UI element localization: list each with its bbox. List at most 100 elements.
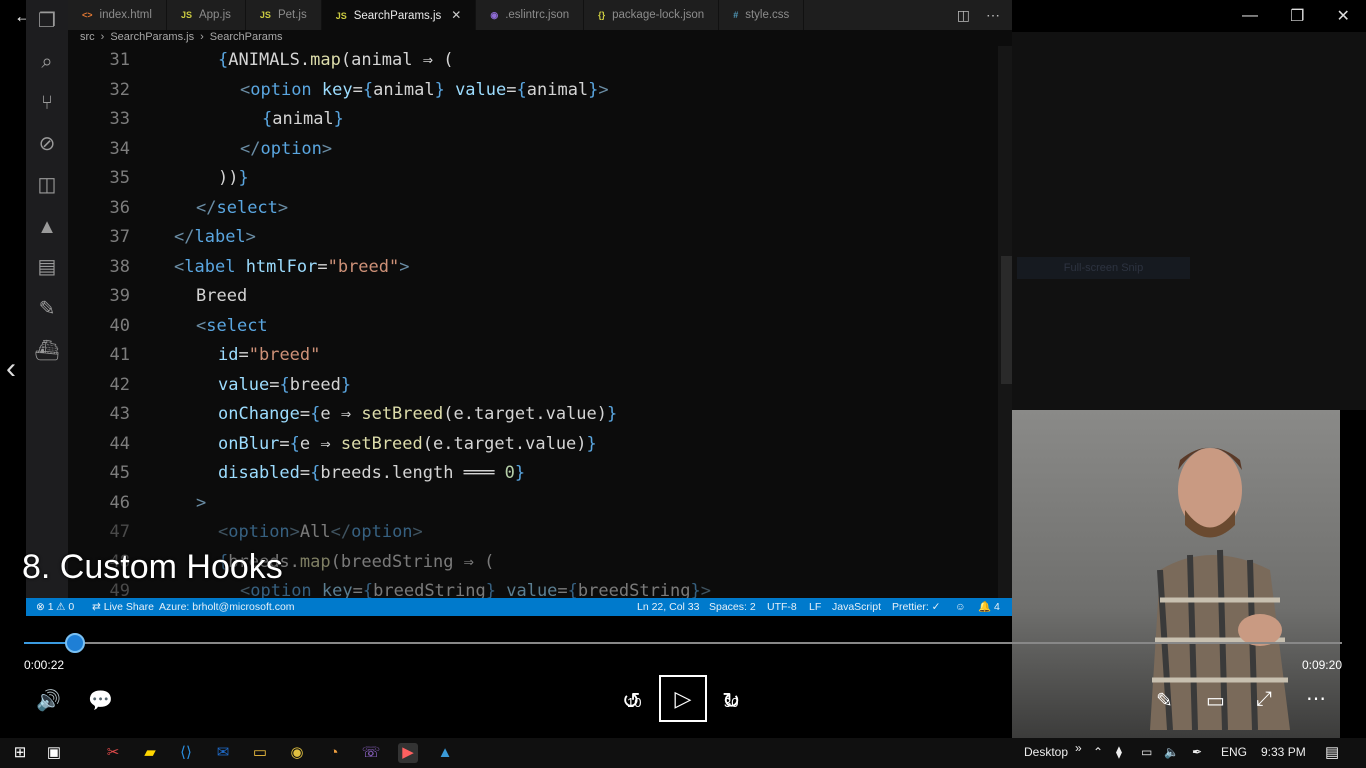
seek-handle[interactable] (65, 633, 86, 653)
toolbar-expand[interactable]: » (1075, 741, 1082, 755)
vscode-window: ❐ ⌕ ⑂ ⊘ ◫ ▲ ▤ ✎ ⛴ <> index.html JS App.js JS… (26, 0, 1012, 616)
captions-icon[interactable]: 💬 (88, 688, 113, 713)
line-ending[interactable]: LF (809, 598, 821, 616)
debug-icon[interactable]: ⊘ (34, 131, 60, 157)
pencil-icon[interactable]: ✎ (1156, 688, 1173, 713)
vscode-app-icon[interactable]: ⟨⟩ (176, 743, 196, 763)
live-share-icon[interactable]: ✎ (34, 296, 60, 322)
code-line[interactable]: 40 <select (68, 312, 998, 342)
tab-style-css[interactable]: # style.css (719, 0, 805, 30)
breadcrumb: src › SearchParams.js › SearchParams (80, 31, 283, 45)
code-line[interactable]: 43 onChange={e ⇒ setBreed(e.target.value)… (68, 400, 998, 430)
code-line[interactable]: 37 </label> (68, 223, 998, 253)
battery-icon[interactable]: ▭ (1141, 745, 1152, 759)
chevron-left-icon[interactable]: ‹ (6, 352, 16, 386)
notification-center-icon[interactable]: ▤ (1325, 743, 1339, 761)
code-text: > (196, 492, 207, 513)
tab-app-js[interactable]: JS App.js (167, 0, 246, 30)
tab-pet-js[interactable]: JS Pet.js (246, 0, 322, 30)
volume-icon[interactable]: 🔊 (36, 688, 61, 713)
breadcrumb-symbol[interactable]: SearchParams (210, 31, 283, 45)
code-line[interactable]: 47 <option>All</option> (68, 518, 998, 548)
feedback-icon[interactable]: ☺ (955, 598, 966, 616)
code-line[interactable]: 46 > (68, 489, 998, 519)
dropbox-icon[interactable]: ⧫ (1116, 745, 1122, 759)
errors-indicator[interactable]: ⊗ 1 (36, 598, 54, 616)
code-line[interactable]: 31 {ANIMALS.map(animal ⇒ ( (68, 46, 998, 76)
breadcrumb-folder[interactable]: src (80, 31, 95, 45)
code-line[interactable]: 45 disabled={breeds.length ═══ 0} (68, 459, 998, 489)
code-line[interactable]: 33 {animal} (68, 105, 998, 135)
tab-label: .eslintrc.json (505, 9, 570, 21)
input-language[interactable]: ENG (1221, 745, 1247, 759)
explorer-icon[interactable]: ❐ (34, 8, 60, 34)
clock[interactable]: 9:33 PM (1261, 745, 1306, 759)
code-line[interactable]: 35))} (68, 164, 998, 194)
windows-start-icon[interactable]: ⊞ (10, 743, 30, 763)
close-tab-icon[interactable]: ✕ (451, 8, 461, 22)
volume-tray-icon[interactable]: 🔈 (1164, 745, 1179, 759)
chevron-up-icon[interactable]: ⌃ (1093, 745, 1103, 759)
photos-app-icon[interactable]: ▲ (435, 743, 455, 763)
close-icon[interactable]: ✕ (1337, 6, 1350, 26)
outlook-app-icon[interactable]: ✉ (213, 743, 233, 763)
code-text: value={breed} (218, 374, 352, 395)
snip-label: Full-screen Snip (1017, 257, 1190, 279)
breadcrumb-file[interactable]: SearchParams.js (110, 31, 194, 45)
notifications-indicator[interactable]: 🔔 4 (978, 598, 1000, 616)
desktop-toolbar-label[interactable]: Desktop (1024, 745, 1068, 759)
browser-preview-icon[interactable]: ▤ (34, 254, 60, 280)
task-view-icon[interactable]: ▣ (44, 743, 64, 763)
code-line[interactable]: 38 <label htmlFor="breed"> (68, 253, 998, 283)
more-options-icon[interactable]: ⋯ (1306, 686, 1326, 711)
code-line[interactable]: 32 <option key={animal} value={animal}> (68, 76, 998, 106)
warnings-indicator[interactable]: ⚠ 0 (56, 598, 74, 616)
cursor-position[interactable]: Ln 22, Col 33 (637, 598, 699, 616)
tab-index-html[interactable]: <> index.html (68, 0, 167, 30)
language-mode[interactable]: JavaScript (832, 598, 881, 616)
sticky-notes-icon[interactable]: ▰ (140, 743, 160, 763)
file-type-icon: ◉ (490, 10, 499, 20)
mini-view-icon[interactable]: ▭ (1206, 688, 1225, 713)
docker-icon[interactable]: ⛴ (34, 338, 60, 364)
more-actions-icon[interactable]: ⋯ (986, 0, 1000, 30)
split-editor-icon[interactable]: ◫ (957, 0, 970, 30)
viber-app-icon[interactable]: ☏ (361, 743, 381, 763)
restore-icon[interactable]: ❐ (1290, 6, 1304, 26)
tab-eslintrc-json[interactable]: ◉ .eslintrc.json (476, 0, 585, 30)
search-icon[interactable]: ⌕ (34, 49, 60, 75)
code-line[interactable]: 36 </select> (68, 194, 998, 224)
code-text: </select> (196, 197, 289, 218)
extensions-icon[interactable]: ◫ (34, 172, 60, 198)
file-explorer-icon[interactable]: ▭ (250, 743, 270, 763)
live-share-status[interactable]: ⇄ Live Share (92, 598, 154, 616)
code-line[interactable]: 34 </option> (68, 135, 998, 165)
prettier-status[interactable]: Prettier: ✓ (892, 598, 940, 616)
code-line[interactable]: 44 onBlur={e ⇒ setBreed(e.target.value)} (68, 430, 998, 460)
azure-account[interactable]: Azure: brholt@microsoft.com (159, 598, 295, 616)
movies-tv-app-icon[interactable]: ▶ (398, 743, 418, 763)
tab-package-lock-json[interactable]: {} package-lock.json (584, 0, 720, 30)
tab-searchparams-js[interactable]: JS SearchParams.js ✕ (321, 0, 477, 30)
minimize-icon[interactable]: — (1242, 7, 1258, 25)
file-type-icon: <> (82, 10, 93, 20)
chrome-app-icon[interactable]: ◉ (287, 743, 307, 763)
azure-icon[interactable]: ▲ (34, 214, 60, 240)
encoding[interactable]: UTF-8 (767, 598, 797, 616)
indentation[interactable]: Spaces: 2 (709, 598, 756, 616)
code-line[interactable]: 41 id="breed" (68, 341, 998, 371)
editor-scrollbar[interactable] (1001, 256, 1012, 384)
code-line[interactable]: 39 Breed (68, 282, 998, 312)
snip-app-icon[interactable]: ✂ (103, 743, 123, 763)
source-control-icon[interactable]: ⑂ (34, 90, 60, 116)
fullscreen-icon[interactable]: ⤢ (1256, 688, 1272, 711)
pen-workspace-icon[interactable]: ✒ (1192, 745, 1202, 759)
line-number: 32 (109, 79, 130, 100)
code-line[interactable]: 42 value={breed} (68, 371, 998, 401)
code-text: <option>All</option> (218, 522, 423, 542)
postman-app-icon[interactable]: ◔ (324, 743, 344, 763)
file-type-icon: JS (180, 10, 192, 20)
play-button[interactable]: ▷ (659, 675, 707, 722)
code-editor[interactable]: 31 {ANIMALS.map(animal ⇒ (32 <option key={… (68, 46, 998, 598)
seek-bar[interactable] (24, 642, 1342, 644)
